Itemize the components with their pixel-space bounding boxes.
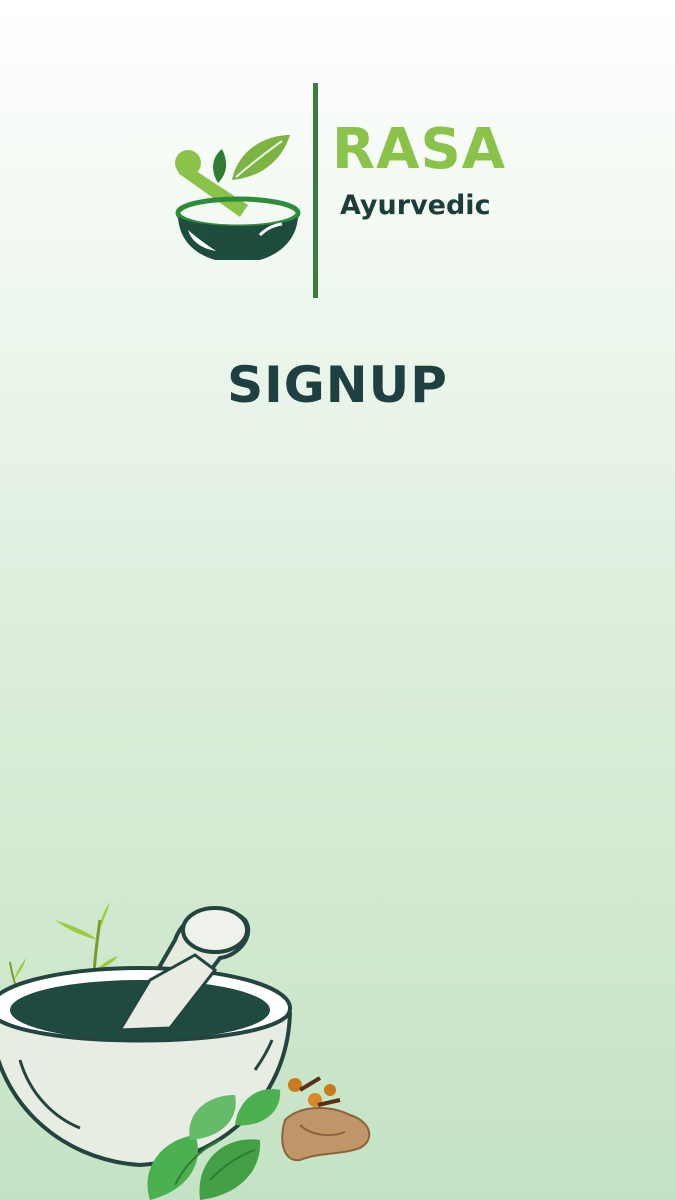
- page-title: SIGNUP: [227, 356, 448, 414]
- mortar-and-pestle-herbs-illustration: [0, 902, 371, 1200]
- signup-screen: RASA Ayurvedic SIGNUP: [0, 0, 675, 1200]
- brand-logo: RASA Ayurvedic: [170, 80, 510, 305]
- brand-name: RASA: [332, 117, 507, 182]
- logo-divider: [313, 83, 318, 298]
- brand-subtitle: Ayurvedic: [340, 190, 491, 221]
- mortar-pestle-leaf-icon: [175, 135, 301, 260]
